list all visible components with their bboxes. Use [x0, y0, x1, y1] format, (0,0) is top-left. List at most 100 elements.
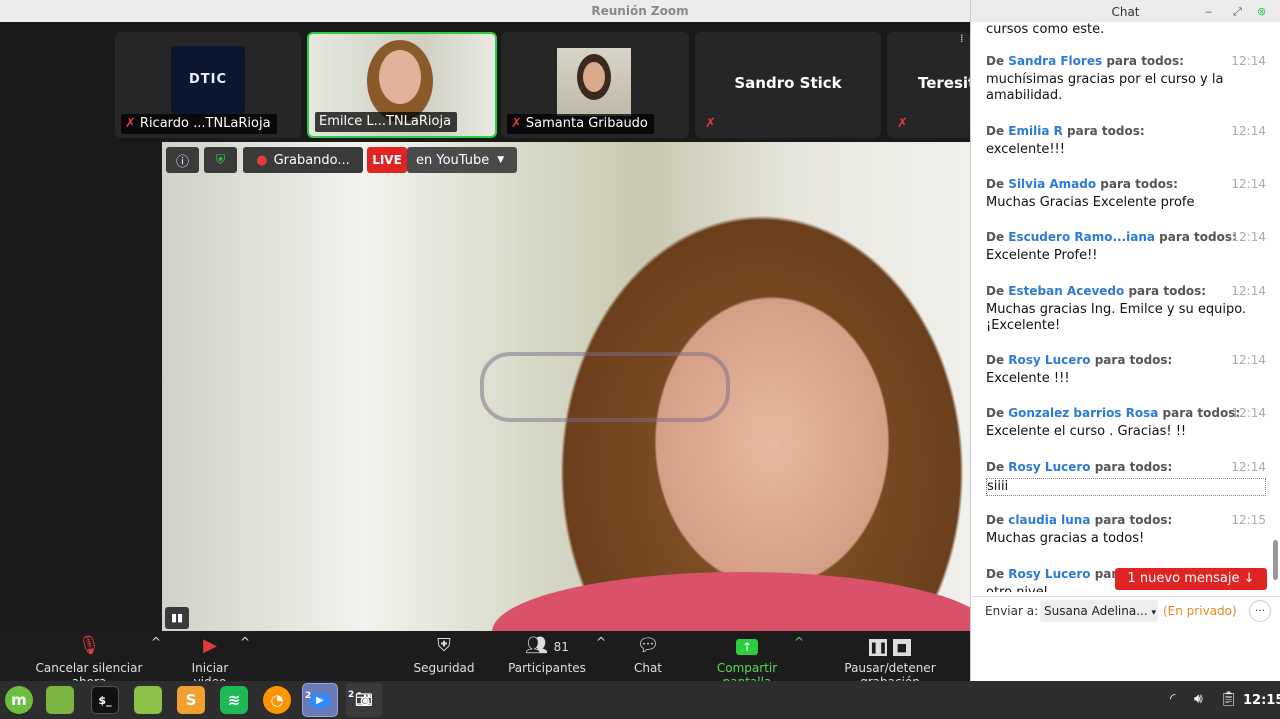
chat-sender[interactable]: Silvia Amado: [1008, 177, 1096, 191]
chat-timestamp: 12:14: [1231, 353, 1266, 367]
video-options-caret-icon[interactable]: ^: [240, 635, 250, 649]
participant-name-label: Emilce L...TNLaRioja: [315, 112, 458, 132]
chat-timestamp: 12:14: [1231, 460, 1266, 474]
security-button[interactable]: ⛨ Seguridad: [412, 635, 476, 675]
speaker-glasses: [480, 352, 730, 422]
chat-message-header: De Rosy Lucero para todos: 12:14: [986, 460, 1266, 474]
chat-title: Chat: [1111, 5, 1140, 19]
participant-thumbnail[interactable]: Teresit ✗: [887, 32, 970, 138]
encryption-shield-icon[interactable]: ⛨: [204, 147, 237, 173]
youtube-label: en YouTube: [416, 152, 490, 168]
muted-mic-icon: ✗: [705, 116, 716, 131]
from-prefix: De: [986, 567, 1005, 581]
pause-stop-icon: ❚❚ ■: [815, 635, 965, 657]
gallery-view-icon[interactable]: ⁞: [960, 32, 970, 45]
chat-message-text: excelente!!!: [986, 142, 1065, 157]
chat-message-header: De Silvia Amado para todos: 12:14: [986, 177, 1266, 191]
participant-thumbnail[interactable]: DTIC ✗ Ricardo ...TNLaRioja: [115, 32, 301, 138]
chat-sender[interactable]: Escudero Ramo...iana: [1008, 230, 1155, 244]
chat-message-header: De Sandra Flores para todos: 12:14: [986, 54, 1266, 68]
from-prefix: De: [986, 54, 1005, 68]
chat-message-header: De Esteban Acevedo para todos: 12:14: [986, 284, 1266, 298]
spotify-icon[interactable]: ≋: [220, 686, 248, 714]
chat-sender[interactable]: Rosy Lucero: [1008, 353, 1090, 367]
chat-messages: cursos como este. De Sandra Flores para …: [971, 22, 1271, 592]
chat-message-header: De Emilia R para todos: 12:14: [986, 124, 1266, 138]
chat-message-header: De Gonzalez barrios Rosa para todos: 12:1…: [986, 406, 1266, 420]
people-icon: 👥︎: [525, 635, 548, 656]
camera-icon: 📷︎: [355, 692, 373, 708]
private-label: (En privado): [1163, 604, 1237, 618]
recipient-select[interactable]: Susana Adelina... ▾: [1040, 600, 1158, 622]
chat-recipient-scope: para todos:: [1094, 353, 1173, 367]
chat-sender[interactable]: claudia luna: [1008, 513, 1090, 527]
wifi-icon[interactable]: ◜: [1170, 691, 1175, 707]
send-to-bar: Enviar a: Susana Adelina... ▾ (En privad…: [970, 596, 1280, 624]
participant-name-label: ✗ Samanta Gribaudo: [507, 114, 654, 134]
from-prefix: De: [986, 124, 1005, 138]
chat-message-fragment: cursos como este.: [986, 22, 1266, 38]
sublime-icon[interactable]: S: [177, 686, 205, 714]
clock[interactable]: 12:15: [1243, 693, 1280, 708]
chat-message-text: Muchas gracias a todos!: [986, 531, 1145, 546]
chat-message: De Esteban Acevedo para todos: 12:14 Mucha…: [986, 284, 1266, 334]
mint-menu-icon[interactable]: m: [5, 686, 33, 714]
participant-name: Emilce L...TNLaRioja: [319, 114, 452, 129]
chat-recipient-scope: para todos:: [1100, 177, 1178, 191]
volume-icon[interactable]: 🔊︎: [1194, 691, 1203, 707]
participants-caret-icon[interactable]: ^: [596, 635, 606, 649]
caret-down-icon: ▼: [497, 155, 505, 165]
participant-name: Samanta Gribaudo: [525, 116, 648, 131]
from-prefix: De: [986, 513, 1005, 527]
caret-down-icon: ▾: [1151, 608, 1157, 618]
from-prefix: De: [986, 353, 1005, 367]
participant-name-label: ✗: [701, 114, 722, 134]
info-icon[interactable]: ⓘ: [166, 147, 199, 173]
chat-sender[interactable]: Rosy Lucero: [1008, 567, 1090, 581]
participant-thumbnail[interactable]: ✗ Samanta Gribaudo: [501, 32, 689, 138]
chat-message: De Rosy Lucero para todos: 12:14 Excelente…: [986, 353, 1266, 387]
new-message-button[interactable]: 1 nuevo mensaje ↓: [1115, 568, 1267, 590]
chat-label: Chat: [633, 661, 663, 675]
signal-strength-icon[interactable]: ▮▮: [165, 607, 189, 629]
audio-options-caret-icon[interactable]: ^: [151, 635, 161, 649]
screenshot-taskbar-button[interactable]: 2 📷︎: [346, 683, 382, 717]
participants-button[interactable]: 👥︎ 81 Participantes: [506, 635, 588, 675]
chat-message-text: Muchas Gracias Excelente profe: [986, 195, 1195, 210]
chat-timestamp: 12:14: [1231, 177, 1266, 191]
live-badge: LIVE: [367, 147, 407, 173]
files-icon[interactable]: [134, 686, 162, 714]
more-options-button[interactable]: ···: [1249, 600, 1271, 622]
from-prefix: De: [986, 230, 1005, 244]
chat-sender[interactable]: Emilia R: [1008, 124, 1063, 138]
chat-sender[interactable]: Sandra Flores: [1008, 54, 1102, 68]
chat-sender[interactable]: Esteban Acevedo: [1008, 284, 1124, 298]
video-off-icon: ▶︎: [203, 635, 217, 656]
show-desktop-icon[interactable]: [46, 686, 74, 714]
chat-button[interactable]: 💬︎ Chat: [630, 635, 666, 675]
zoom-taskbar-button[interactable]: 2 ▶: [302, 683, 338, 717]
firefox-icon[interactable]: ◔: [263, 686, 291, 714]
participant-thumbnail-active[interactable]: Emilce L...TNLaRioja: [307, 32, 497, 138]
chat-timestamp: 12:14: [1231, 124, 1266, 138]
shield-icon: ⛨: [437, 635, 451, 656]
chat-message-text: Excelente !!!: [986, 371, 1070, 386]
chat-message-text: muchísimas gracias por el curso y la ama…: [986, 72, 1224, 103]
participant-thumbnail[interactable]: Sandro Stick ✗: [695, 32, 881, 138]
chat-sender[interactable]: Gonzalez barrios Rosa: [1008, 406, 1158, 420]
chat-recipient-scope: para todos:: [1094, 513, 1173, 527]
minimize-icon[interactable]: ‒: [1205, 0, 1212, 24]
meeting-toolbar: 🎙︎ Cancelar silenciar ahora ^ ▶︎ Iniciar…: [0, 631, 970, 689]
recording-indicator[interactable]: ● Grabando...: [243, 147, 363, 173]
chat-bubble-icon: 💬︎: [636, 635, 660, 656]
terminal-icon[interactable]: $_: [91, 686, 119, 714]
chat-sender[interactable]: Rosy Lucero: [1008, 460, 1090, 474]
clipboard-icon[interactable]: 📋︎: [1220, 691, 1238, 707]
live-stream-dropdown[interactable]: en YouTube ▼: [407, 147, 517, 173]
chat-scrollbar[interactable]: [1273, 540, 1278, 580]
maximize-icon[interactable]: ⤢: [1233, 0, 1242, 24]
close-icon[interactable]: ⊗: [1257, 0, 1266, 24]
share-options-caret-icon[interactable]: ^: [794, 635, 804, 649]
send-to-label: Enviar a:: [985, 604, 1039, 618]
participants-label: Participantes: [508, 661, 586, 675]
